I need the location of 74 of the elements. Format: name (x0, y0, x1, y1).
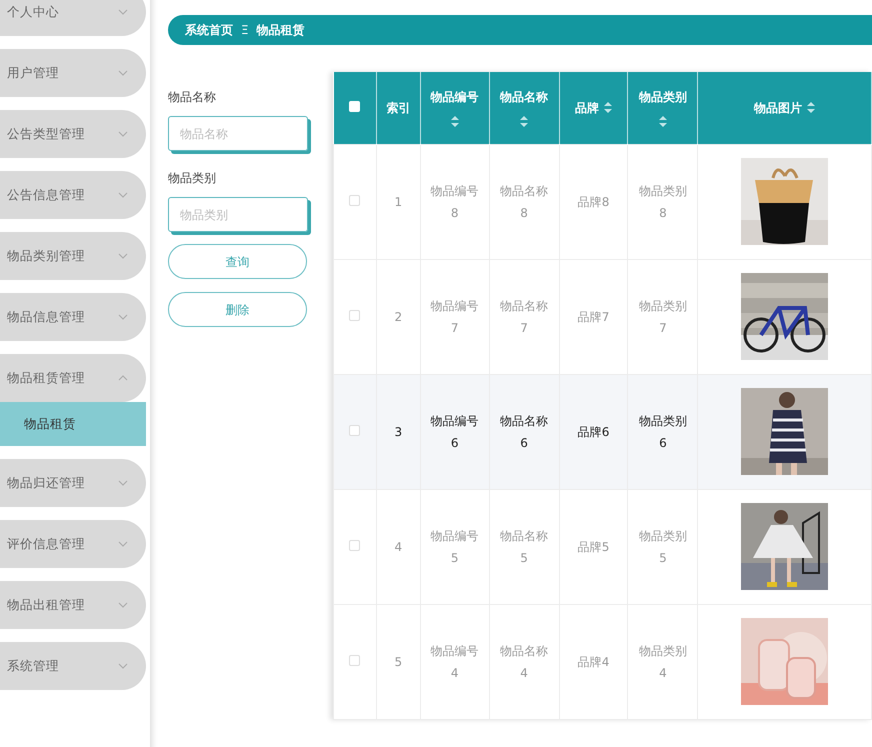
chevron-down-icon (118, 131, 128, 137)
table-cell: 3 (394, 424, 402, 438)
chevron-down-icon (118, 314, 128, 320)
chevron-down-icon (118, 9, 128, 15)
menu-item[interactable]: 物品信息管理 (0, 293, 146, 341)
breadcrumb-separator: Ξ (240, 22, 250, 39)
row-checkbox[interactable] (349, 310, 360, 320)
column-header[interactable]: 物品类别 (628, 72, 698, 144)
breadcrumb-current: 物品租赁 (256, 22, 305, 39)
row-checkbox[interactable] (349, 424, 360, 436)
sort-icon[interactable] (450, 116, 459, 128)
table-cell: 5 (394, 654, 402, 668)
table-cell: 物品名称 4 (500, 644, 548, 680)
table-cell: 物品编号 5 (430, 528, 479, 564)
menu-item[interactable]: 公告类型管理 (0, 110, 146, 158)
table-cell: 物品编号 7 (430, 298, 479, 334)
table-cell: 物品编号 4 (430, 644, 479, 680)
table-cell: 品牌8 (578, 194, 610, 208)
menu-item[interactable]: 公告信息管理 (0, 171, 146, 219)
table-cell: 品牌7 (578, 310, 610, 324)
table-cell: 物品名称 6 (500, 414, 548, 450)
chevron-up-icon (118, 375, 128, 381)
sort-icon[interactable] (520, 116, 528, 128)
table-cell: 品牌6 (578, 424, 610, 438)
chevron-down-icon (118, 192, 128, 198)
table-cell: 物品类别 6 (638, 414, 687, 450)
menu-item[interactable]: 个人中心 (0, 0, 146, 36)
row-checkbox[interactable] (349, 194, 360, 206)
action-button[interactable]: 查询 (168, 244, 307, 279)
table-cell: 4 (394, 540, 402, 554)
table-cell: 1 (394, 194, 402, 208)
submenu-item[interactable]: 物品租赁 (0, 402, 146, 446)
menu-item[interactable]: 系统管理 (0, 642, 146, 690)
chevron-down-icon (118, 480, 128, 486)
input-field[interactable]: 物品名称 (168, 116, 308, 151)
column-header[interactable]: 品牌 (559, 72, 628, 144)
menu-item[interactable]: 物品出租管理 (0, 581, 146, 629)
row-checkbox[interactable] (349, 540, 360, 550)
chevron-down-icon (118, 70, 128, 76)
chevron-down-icon (118, 253, 128, 259)
chevron-down-icon (118, 541, 128, 547)
select-all-checkbox[interactable] (349, 100, 360, 112)
table-cell: 物品名称 8 (500, 184, 548, 220)
table-cell: 品牌4 (578, 654, 610, 668)
menu-item[interactable]: 评价信息管理 (0, 520, 146, 568)
table-cell: 物品名称 7 (500, 298, 548, 334)
field-label: 物品类别 (168, 170, 217, 187)
chevron-down-icon (118, 663, 128, 669)
column-header[interactable]: 索引 (376, 72, 420, 144)
menu-item[interactable]: 物品租赁管理 (0, 354, 146, 402)
action-button[interactable]: 删除 (168, 292, 307, 327)
table-cell: 2 (394, 310, 402, 324)
menu-item[interactable]: 用户管理 (0, 49, 146, 97)
column-header[interactable]: 物品图片 (698, 72, 872, 144)
sort-icon[interactable] (604, 102, 612, 114)
table-cell: 物品类别 8 (638, 184, 687, 220)
sort-icon[interactable] (658, 116, 667, 128)
table-cell: 物品编号 8 (430, 184, 479, 220)
column-header[interactable]: 物品名称 (489, 72, 560, 144)
table-cell: 物品类别 7 (638, 298, 687, 334)
chevron-down-icon (118, 602, 128, 608)
sort-icon[interactable] (807, 102, 816, 114)
row-checkbox[interactable] (349, 654, 360, 666)
table-cell: 物品编号 6 (430, 414, 479, 450)
menu-item[interactable]: 物品归还管理 (0, 459, 146, 507)
table-cell: 物品类别 4 (638, 644, 687, 680)
table-cell: 物品名称 5 (500, 528, 548, 564)
field-label: 物品名称 (168, 89, 217, 106)
table-cell: 品牌5 (578, 540, 610, 554)
column-header[interactable]: 物品编号 (420, 72, 490, 144)
table-cell: 物品类别 5 (638, 528, 687, 564)
input-field[interactable]: 物品类别 (168, 197, 308, 232)
breadcrumb-link[interactable]: 系统首页 (185, 21, 233, 39)
menu-item[interactable]: 物品类别管理 (0, 232, 146, 280)
